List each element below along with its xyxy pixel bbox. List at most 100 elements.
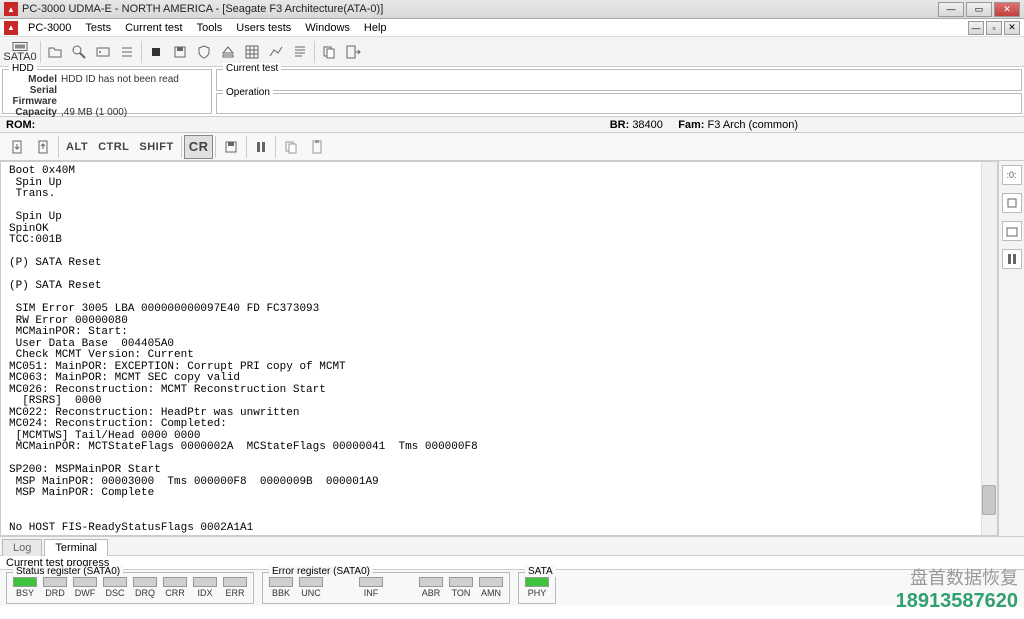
hdd-model-label: Model <box>9 74 61 85</box>
menu-help[interactable]: Help <box>358 20 393 36</box>
status-bit-dsc: DSC <box>101 577 129 601</box>
br-value: 38400 <box>632 119 663 131</box>
copy-icon[interactable] <box>317 40 341 64</box>
window-titlebar: ▲ PC-3000 UDMA-E - NORTH AMERICA - [Seag… <box>0 0 1024 19</box>
minimize-button[interactable]: — <box>938 2 964 17</box>
bottom-tabs: Log Terminal <box>0 536 1024 556</box>
ctrl-button[interactable]: CTRL <box>93 135 134 159</box>
copy-terminal-icon[interactable] <box>278 135 304 159</box>
sata-register-legend: SATA <box>525 566 556 577</box>
pause-icon[interactable] <box>249 135 273 159</box>
mdi-restore-button[interactable]: ▫ <box>986 21 1002 35</box>
hdd-capacity-value: ,49 MB (1 000) <box>61 107 127 118</box>
side-reset-icon[interactable] <box>1002 221 1022 241</box>
maximize-button[interactable]: ▭ <box>966 2 992 17</box>
hdd-legend: HDD <box>9 63 37 74</box>
status-bit-idx: IDX <box>191 577 219 601</box>
mdi-minimize-button[interactable]: — <box>968 21 984 35</box>
hdd-serial-label: Serial <box>9 85 61 96</box>
status-register-group: Status register (SATA0) BSY DRD DWF DSC … <box>6 572 254 604</box>
br-label: BR: <box>610 119 630 131</box>
sata-register-group: SATA PHY <box>518 572 556 604</box>
operation-legend: Operation <box>223 87 273 98</box>
hdd-capacity-label: Capacity <box>9 107 61 118</box>
paste-terminal-icon[interactable] <box>304 135 330 159</box>
current-test-box: Current test <box>216 69 1022 91</box>
progress-strip: Current test progress <box>0 556 1024 570</box>
mdi-icon: ▲ <box>4 21 18 35</box>
menu-pc3000[interactable]: PC-3000 <box>22 20 77 36</box>
status-register-legend: Status register (SATA0) <box>13 566 123 577</box>
current-test-legend: Current test <box>223 63 281 74</box>
info-strip: HDD ModelHDD ID has not been read Serial… <box>0 67 1024 117</box>
terminal-text: Boot 0x40M Spin Up Trans. Spin Up SpinOK… <box>1 162 997 536</box>
app-icon: ▲ <box>4 2 18 16</box>
tab-log[interactable]: Log <box>2 539 42 556</box>
main-toolbar: SATA0 <box>0 37 1024 67</box>
shield-icon[interactable] <box>192 40 216 64</box>
graph-icon[interactable] <box>264 40 288 64</box>
terminal-toolbar: ALT CTRL SHIFT CR <box>0 133 1024 161</box>
text-list-icon[interactable] <box>288 40 312 64</box>
status-bit-drd: DRD <box>41 577 69 601</box>
mdi-close-button[interactable]: ✕ <box>1004 21 1020 35</box>
status-bit-dwf: DWF <box>71 577 99 601</box>
close-button[interactable]: ✕ <box>994 2 1020 17</box>
hdd-model-value: HDD ID has not been read <box>61 74 179 85</box>
error-register-group: Error register (SATA0) BBK UNC INF ABR T… <box>262 572 510 604</box>
disk-tool-icon[interactable] <box>91 40 115 64</box>
hdd-firmware-label: Firmware <box>9 96 61 107</box>
rom-label: ROM: <box>6 119 35 131</box>
terminal-output[interactable]: Boot 0x40M Spin Up Trans. Spin Up SpinOK… <box>0 161 998 536</box>
chip-icon[interactable] <box>144 40 168 64</box>
side-counter-icon[interactable]: :0: <box>1002 165 1022 185</box>
error-bit-unc: UNC <box>297 577 325 601</box>
terminal-side-panel: :0: <box>998 161 1024 536</box>
status-bit-bsy: BSY <box>11 577 39 601</box>
hdd-info-box: HDD ModelHDD ID has not been read Serial… <box>2 69 212 114</box>
error-bit-bbk: BBK <box>267 577 295 601</box>
scrollbar-thumb[interactable] <box>982 485 996 515</box>
mdi-window-controls: — ▫ ✕ <box>968 21 1020 35</box>
menu-tools[interactable]: Tools <box>191 20 229 36</box>
window-title: PC-3000 UDMA-E - NORTH AMERICA - [Seagat… <box>22 3 383 15</box>
menu-tests[interactable]: Tests <box>79 20 117 36</box>
sata-port-label: SATA0 <box>3 52 36 63</box>
search-icon[interactable] <box>67 40 91 64</box>
menu-current-test[interactable]: Current test <box>119 20 188 36</box>
rom-strip: ROM: BR: 38400 Fam: F3 Arch (common) <box>0 117 1024 133</box>
error-bit-inf: INF <box>357 577 385 601</box>
clipboard-out-icon[interactable] <box>4 135 30 159</box>
clipboard-in-icon[interactable] <box>30 135 56 159</box>
error-bit-amn: AMN <box>477 577 505 601</box>
tab-terminal[interactable]: Terminal <box>44 539 108 556</box>
registers-footer: Status register (SATA0) BSY DRD DWF DSC … <box>0 570 1024 606</box>
alt-button[interactable]: ALT <box>61 135 93 159</box>
save-icon[interactable] <box>168 40 192 64</box>
eject-icon[interactable] <box>216 40 240 64</box>
menu-users-tests[interactable]: Users tests <box>230 20 297 36</box>
list-icon[interactable] <box>115 40 139 64</box>
terminal-area: Boot 0x40M Spin Up Trans. Spin Up SpinOK… <box>0 161 1024 536</box>
shift-button[interactable]: SHIFT <box>134 135 178 159</box>
status-bit-err: ERR <box>221 577 249 601</box>
status-bit-crr: CRR <box>161 577 189 601</box>
save-terminal-icon[interactable] <box>218 135 244 159</box>
window-controls: — ▭ ✕ <box>938 2 1020 17</box>
error-bit-ton: TON <box>447 577 475 601</box>
error-bit-abr: ABR <box>417 577 445 601</box>
cr-button[interactable]: CR <box>184 135 214 159</box>
menubar-row: ▲ PC-3000 Tests Current test Tools Users… <box>0 19 1024 37</box>
operation-box: Operation <box>216 93 1022 115</box>
fam-label: Fam: <box>678 119 704 131</box>
terminal-scrollbar[interactable] <box>981 162 997 535</box>
sata-bit-phy: PHY <box>523 577 551 601</box>
sata-port-button[interactable]: SATA0 <box>2 40 38 64</box>
side-pause-icon[interactable] <box>1002 249 1022 269</box>
menu-windows[interactable]: Windows <box>299 20 356 36</box>
exit-icon[interactable] <box>341 40 365 64</box>
side-chip-icon[interactable] <box>1002 193 1022 213</box>
br-info: BR: 38400 Fam: F3 Arch (common) <box>610 119 798 131</box>
grid-icon[interactable] <box>240 40 264 64</box>
open-icon[interactable] <box>43 40 67 64</box>
